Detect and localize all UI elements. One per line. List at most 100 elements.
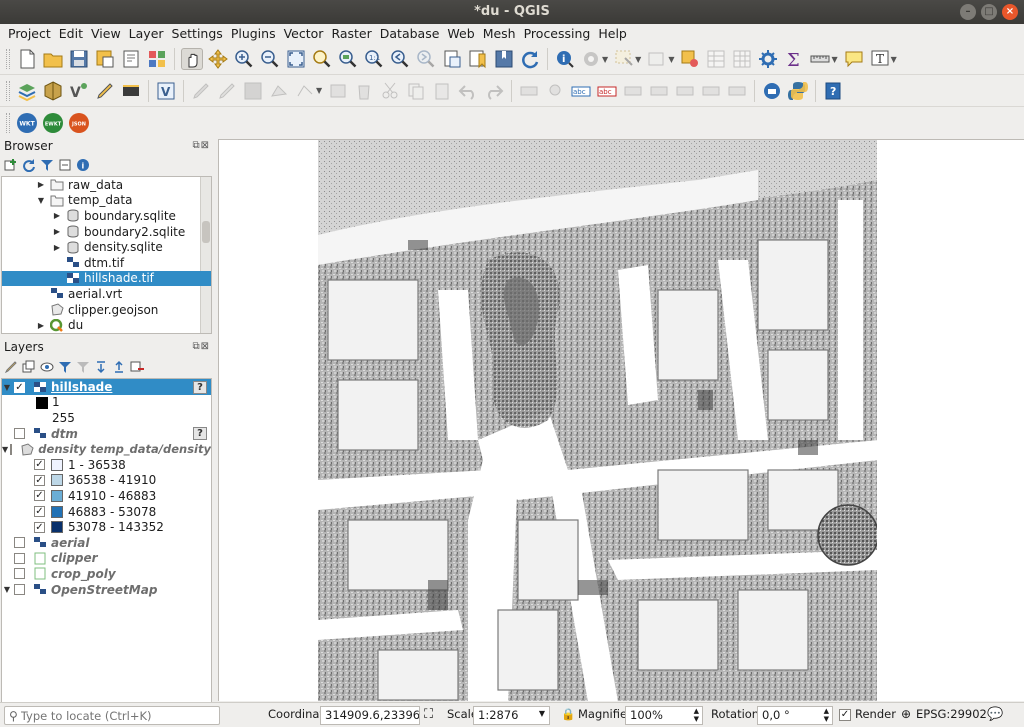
virtual-layer-icon[interactable]: V	[155, 80, 177, 102]
modify-attributes-icon[interactable]	[327, 80, 349, 102]
action-icon[interactable]	[580, 48, 602, 70]
class-visibility-checkbox[interactable]: ✓	[34, 506, 45, 518]
style-manager-icon[interactable]	[146, 48, 168, 70]
browser-item[interactable]: clipper.geojson	[2, 302, 211, 318]
layer-row-dtm[interactable]: dtm ?	[2, 426, 211, 442]
layer-row-clipper[interactable]: clipper	[2, 551, 211, 567]
locator-box[interactable]: ⚲	[4, 706, 220, 725]
expand-arrow-icon[interactable]: ▶	[52, 227, 62, 236]
menu-mesh[interactable]: Mesh	[479, 24, 520, 44]
locator-input[interactable]	[20, 708, 211, 723]
toggle-extents-icon[interactable]: ⛶	[424, 707, 433, 722]
rotate-label-icon[interactable]	[674, 80, 696, 102]
map-canvas[interactable]	[218, 139, 1024, 701]
menu-settings[interactable]: Settings	[168, 24, 227, 44]
refresh-browser-icon[interactable]	[22, 158, 36, 172]
json-icon[interactable]: JSON	[68, 112, 90, 134]
zoom-in-icon[interactable]	[233, 48, 255, 70]
magnifier-spinbox[interactable]: 100% ▲ ▼	[625, 706, 703, 725]
toolbox-icon[interactable]	[757, 48, 779, 70]
crs-globe-icon[interactable]: ⊕	[901, 707, 911, 721]
collapse-arrow-icon[interactable]: ▼	[2, 445, 8, 454]
current-edits-icon[interactable]	[190, 80, 212, 102]
class-visibility-checkbox[interactable]: ✓	[34, 474, 45, 486]
zoom-native-icon[interactable]: 1:1	[363, 48, 385, 70]
coordinate-field[interactable]: 314909.6,233960.4	[320, 706, 420, 725]
move-label-icon[interactable]	[648, 80, 670, 102]
delete-selected-icon[interactable]	[353, 80, 375, 102]
close-button[interactable]: ×	[1002, 4, 1018, 20]
messages-icon[interactable]: 💬	[987, 707, 1003, 722]
new-virtual-layer-icon[interactable]	[120, 80, 142, 102]
class-visibility-checkbox[interactable]: ✓	[34, 490, 45, 502]
properties-info-icon[interactable]: i	[76, 158, 90, 172]
menu-help[interactable]: Help	[594, 24, 631, 44]
layer-row-hillshade[interactable]: ▼ ✓ hillshade ?	[2, 379, 211, 395]
python-console-icon[interactable]	[787, 80, 809, 102]
toolbar-handle[interactable]	[6, 80, 10, 101]
filter-browser-icon[interactable]	[40, 158, 54, 172]
browser-item[interactable]: aerial.vrt	[2, 286, 211, 302]
print-layout-icon[interactable]	[120, 48, 142, 70]
show-bookmarks-icon[interactable]	[493, 48, 515, 70]
zoom-out-icon[interactable]	[259, 48, 281, 70]
browser-item[interactable]: ▶ boundary2.sqlite	[2, 224, 211, 240]
undo-icon[interactable]	[457, 80, 479, 102]
identify-features-icon[interactable]: i	[554, 48, 576, 70]
render-checkbox[interactable]: ✓	[839, 709, 851, 721]
expand-arrow-icon[interactable]: ▶	[36, 321, 46, 330]
cut-features-icon[interactable]	[379, 80, 401, 102]
expand-arrow-icon[interactable]: ▼	[36, 196, 46, 205]
minimize-button[interactable]: –	[960, 4, 976, 20]
expand-all-icon[interactable]	[94, 360, 108, 374]
wkt-icon[interactable]: WKT	[16, 112, 38, 134]
remove-layer-icon[interactable]	[130, 360, 144, 374]
label-tool-icon[interactable]	[518, 80, 540, 102]
save-as-icon[interactable]	[94, 48, 116, 70]
open-layer-styling-icon[interactable]	[4, 360, 18, 374]
layer-visibility-checkbox[interactable]	[14, 568, 25, 580]
browser-item[interactable]: ▶ boundary.sqlite	[2, 208, 211, 224]
expand-arrow-icon[interactable]: ▶	[52, 211, 62, 220]
new-project-icon[interactable]	[16, 48, 38, 70]
collapse-all-icon[interactable]	[58, 158, 72, 172]
toolbar-handle[interactable]	[6, 112, 10, 133]
layer-labeling-icon[interactable]: abc	[570, 80, 592, 102]
data-source-manager-icon[interactable]	[16, 80, 38, 102]
open-attribute-table-icon[interactable]	[705, 48, 727, 70]
legend-class-row[interactable]: ✓ 1 - 36538	[2, 457, 211, 473]
text-annotation-icon[interactable]: T	[869, 48, 891, 70]
pin-labels-icon[interactable]	[544, 80, 566, 102]
browser-item[interactable]: dtm.tif	[2, 255, 211, 271]
legend-class-row[interactable]: ✓ 36538 - 41910	[2, 473, 211, 489]
measure-icon[interactable]	[809, 48, 831, 70]
filter-by-expression-icon[interactable]	[76, 360, 90, 374]
menu-web[interactable]: Web	[443, 24, 478, 44]
layer-visibility-checkbox[interactable]	[14, 552, 25, 564]
open-project-icon[interactable]	[42, 48, 64, 70]
browser-item[interactable]: ▶ du	[2, 317, 211, 333]
label-properties-icon[interactable]	[726, 80, 748, 102]
zoom-layer-icon[interactable]	[337, 48, 359, 70]
redo-icon[interactable]	[483, 80, 505, 102]
rotation-spinbox[interactable]: 0,0 ° ▲ ▼	[757, 706, 833, 725]
layer-diagram-icon[interactable]: abc	[596, 80, 618, 102]
panel-float-close-icon[interactable]: ⧉⊠	[192, 341, 210, 352]
maximize-button[interactable]: □	[981, 4, 997, 20]
help-contents-icon[interactable]: ?	[822, 80, 844, 102]
show-hide-labels-icon[interactable]	[622, 80, 644, 102]
expand-arrow-icon[interactable]: ▶	[52, 243, 62, 252]
browser-item[interactable]: ▼ temp_data	[2, 193, 211, 209]
pan-to-selection-icon[interactable]	[207, 48, 229, 70]
select-features-icon[interactable]	[613, 48, 635, 70]
digitize-icon[interactable]	[94, 80, 116, 102]
layer-row-density[interactable]: ▼ density temp_data/density	[2, 441, 211, 457]
toggle-editing-icon[interactable]	[216, 80, 238, 102]
class-visibility-checkbox[interactable]: ✓	[34, 459, 45, 471]
menu-plugins[interactable]: Plugins	[227, 24, 280, 44]
legend-class-row[interactable]: ✓ 53078 - 143352	[2, 519, 211, 535]
field-calculator-icon[interactable]	[731, 48, 753, 70]
layer-row-crop-poly[interactable]: crop_poly	[2, 566, 211, 582]
layer-visibility-checkbox[interactable]: ✓	[14, 381, 25, 393]
layer-visibility-checkbox[interactable]	[14, 428, 25, 440]
